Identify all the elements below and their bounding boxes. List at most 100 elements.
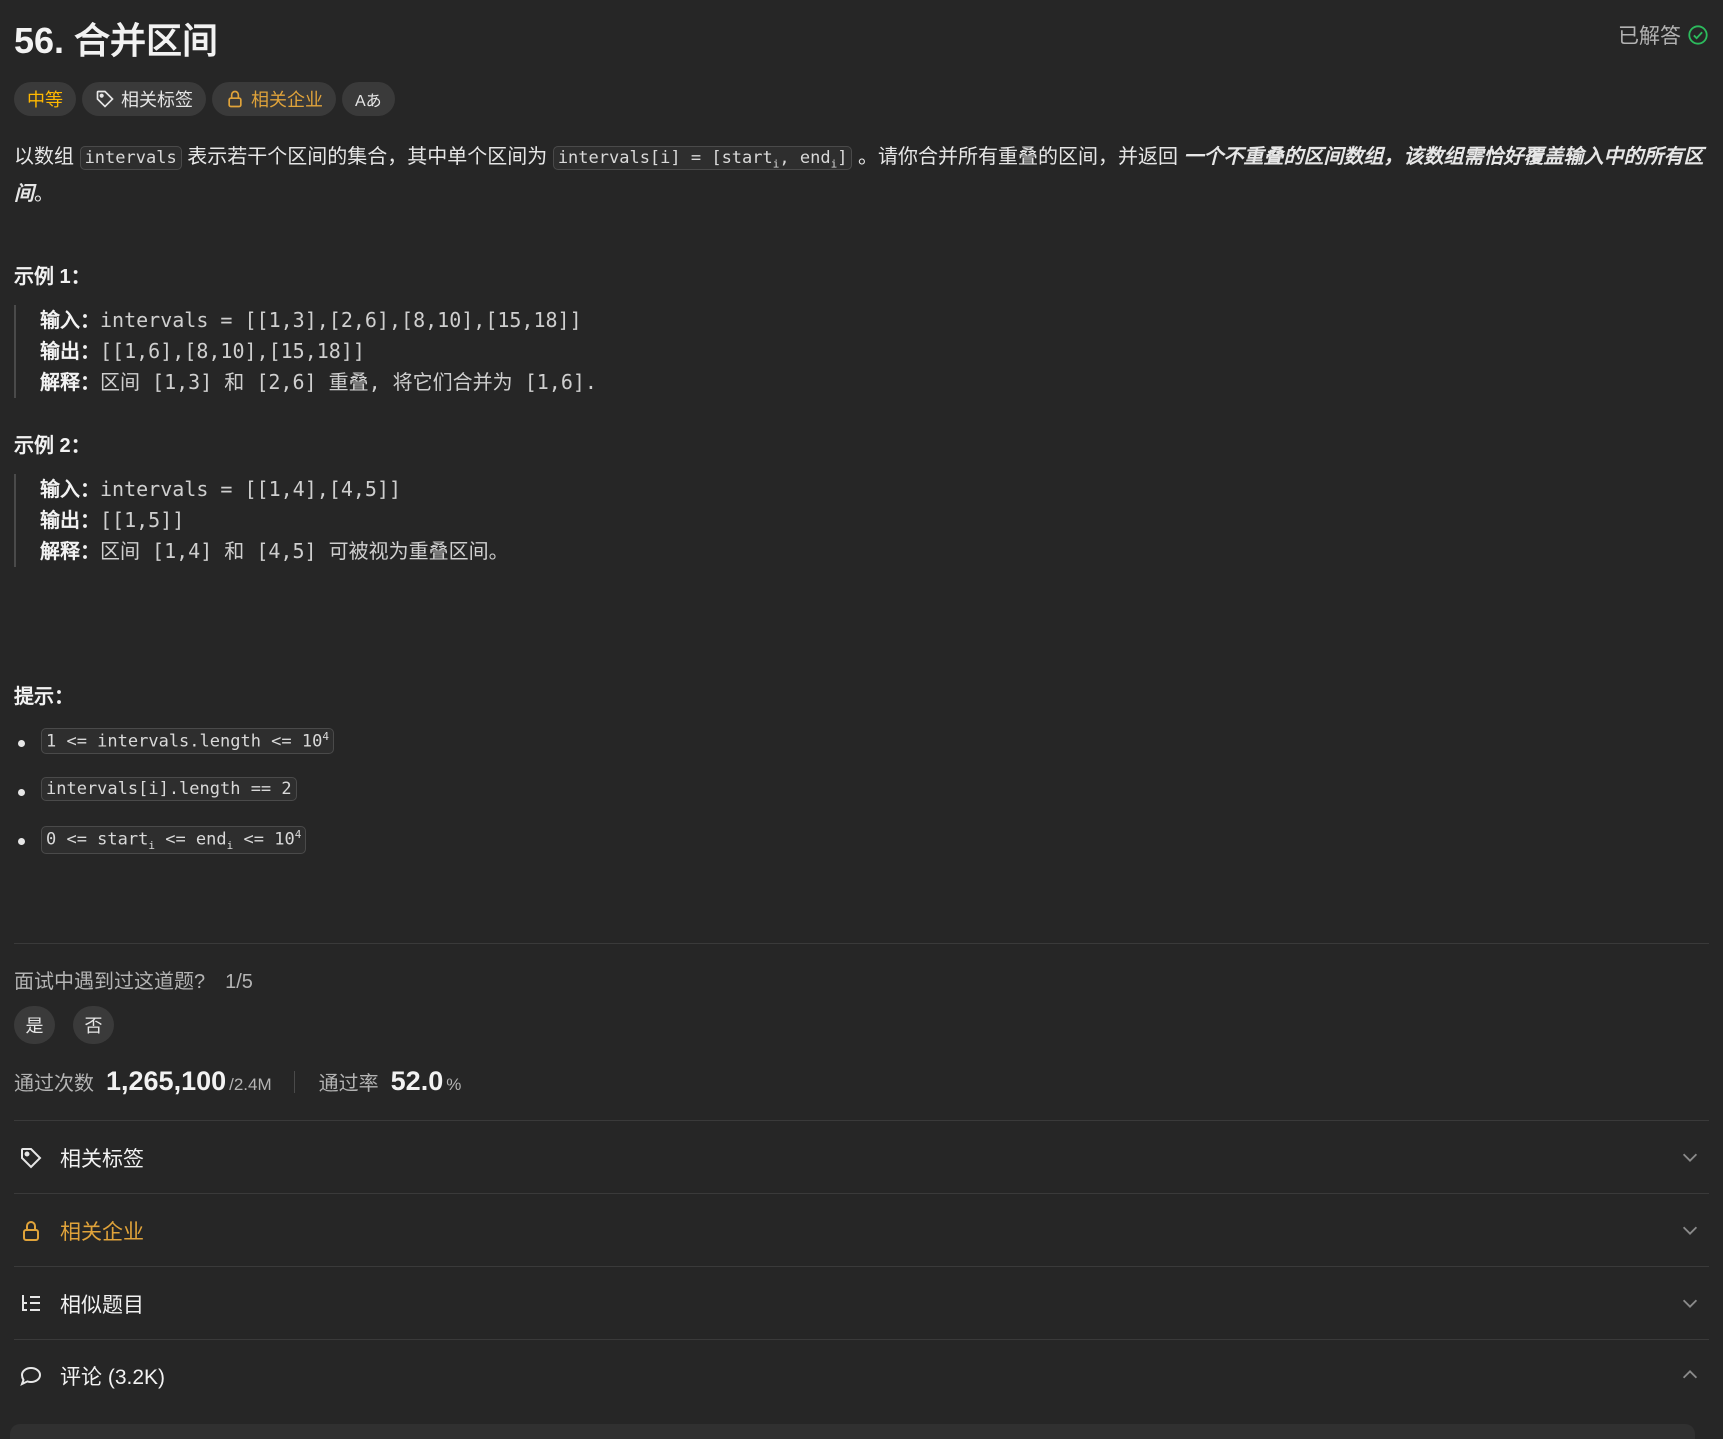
input-label: 输入： — [40, 479, 100, 501]
statement-text: 以数组 — [14, 146, 74, 168]
output-value: [[1,5]] — [100, 508, 185, 532]
no-button[interactable]: 否 — [73, 1006, 114, 1044]
code-text: , end — [779, 148, 831, 168]
output-label: 输出： — [40, 510, 100, 532]
check-circle-icon — [1688, 25, 1708, 45]
bullet — [18, 740, 25, 747]
interview-vote: 是 否 — [14, 1006, 114, 1044]
constraint-item: 1 <= intervals.length <= 104 — [14, 728, 334, 777]
example-input: 输入：intervals = [[1,4],[4,5]] — [40, 474, 509, 505]
topics-tag-label: 相关标签 — [121, 90, 193, 110]
submissions-count: /2.4M — [229, 1075, 272, 1094]
tag-icon — [96, 90, 114, 108]
code-subscript: i — [148, 839, 155, 853]
example-2-heading: 示例 2： — [14, 435, 91, 457]
input-value: intervals = [[1,3],[2,6],[8,10],[15,18]] — [100, 308, 582, 332]
statement-text: 。 — [34, 183, 54, 206]
constraints-heading: 提示： — [14, 686, 74, 708]
code-text: ] — [837, 148, 848, 168]
percent-unit: % — [446, 1075, 462, 1094]
constraint-item: 0 <= starti <= endi <= 104 — [14, 826, 334, 875]
example-explanation: 解释：区间 [1,4] 和 [4,5] 可被视为重叠区间。 — [40, 536, 509, 567]
inline-code: intervals[i] = [starti, endi] — [552, 146, 853, 170]
example-explanation: 解释：区间 [1,3] 和 [2,6] 重叠, 将它们合并为 [1,6]. — [40, 367, 597, 398]
explain-value: 区间 [1,3] 和 [2,6] 重叠, 将它们合并为 [1,6]. — [100, 370, 597, 394]
constraint-code: intervals[i].length == 2 — [41, 777, 297, 801]
statement-text: 表示若干个区间的集合，其中单个区间为 — [187, 146, 548, 168]
inline-code: intervals — [79, 146, 182, 170]
accordion-companies[interactable]: 相关企业 — [14, 1195, 1709, 1267]
chevron-up-icon — [1682, 1370, 1698, 1379]
interview-label: 面试中遇到过这道题? — [14, 971, 206, 993]
bullet — [18, 838, 25, 845]
accordion-comments-label: 评论 (3.2K) — [60, 1366, 166, 1389]
acceptance-rate-label: 通过率 — [318, 1073, 379, 1095]
accordion-topics[interactable]: 相关标签 — [14, 1122, 1709, 1194]
example-output: 输出：[[1,6],[8,10],[15,18]] — [40, 336, 597, 367]
constraint-code: 1 <= intervals.length <= 104 — [41, 728, 334, 754]
lock-icon — [18, 1218, 44, 1244]
interview-question: 面试中遇到过这道题? 1/5 — [14, 965, 253, 994]
explain-label: 解释： — [40, 372, 100, 394]
difficulty-badge: 中等 — [14, 82, 76, 116]
topics-tag-button[interactable]: 相关标签 — [82, 82, 206, 116]
companies-tag-button[interactable]: 相关企业 — [212, 82, 336, 116]
problem-title[interactable]: 56. 合并区间 — [14, 12, 218, 64]
code-text: 1 <= intervals.length <= 10 — [46, 731, 323, 752]
input-label: 输入： — [40, 310, 100, 332]
explain-label: 解释： — [40, 541, 100, 563]
acceptance-rate: 52.0 — [390, 1066, 444, 1096]
bullet — [18, 789, 25, 796]
accepted-count: 1,265,100 — [106, 1066, 227, 1096]
chevron-down-icon — [1682, 1153, 1698, 1162]
solved-status: 已解答 — [1618, 20, 1709, 50]
tree-list-icon — [18, 1291, 44, 1317]
tag-icon — [18, 1145, 44, 1171]
constraint-item: intervals[i].length == 2 — [14, 777, 334, 826]
example-output: 输出：[[1,5]] — [40, 505, 509, 536]
tag-bar: 中等 相关标签 相关企业 Aあ — [14, 82, 395, 116]
output-value: [[1,6],[8,10],[15,18]] — [100, 339, 365, 363]
constraints-list: 1 <= intervals.length <= 104 intervals[i… — [14, 728, 334, 875]
code-text: <= end — [154, 829, 227, 850]
companies-tag-label: 相关企业 — [251, 90, 323, 110]
chevron-down-icon — [1682, 1226, 1698, 1235]
divider — [14, 943, 1709, 944]
stats-row: 通过次数 1,265,100 /2.4M 通过率 52.0 % — [14, 1066, 461, 1097]
accordion-similar[interactable]: 相似题目 — [14, 1268, 1709, 1340]
constraint-code: 0 <= starti <= endi <= 104 — [41, 826, 307, 855]
yes-button[interactable]: 是 — [14, 1006, 55, 1044]
translate-icon: Aあ — [355, 93, 382, 110]
accordion-companies-label: 相关企业 — [60, 1221, 144, 1244]
divider — [14, 1120, 1709, 1121]
code-text: intervals[i] = [start — [557, 148, 773, 168]
divider — [14, 1193, 1709, 1194]
stats-separator — [293, 1070, 295, 1093]
comment-input-area[interactable] — [10, 1424, 1695, 1439]
example-1-heading: 示例 1： — [14, 266, 91, 288]
statement-text: 。请你合并所有重叠的区间，并返回 — [858, 146, 1178, 168]
accepted-label: 通过次数 — [14, 1073, 94, 1095]
input-value: intervals = [[1,4],[4,5]] — [100, 477, 402, 501]
divider — [14, 1266, 1709, 1267]
interview-count: 1/5 — [225, 971, 253, 993]
accordion-topics-label: 相关标签 — [60, 1148, 144, 1171]
code-superscript: 4 — [322, 730, 329, 743]
solved-label: 已解答 — [1618, 25, 1681, 48]
output-label: 输出： — [40, 341, 100, 363]
chevron-down-icon — [1682, 1299, 1698, 1308]
example-2-block: 输入：intervals = [[1,4],[4,5]] 输出：[[1,5]] … — [14, 474, 509, 567]
difficulty-label: 中等 — [27, 90, 63, 110]
accordion-similar-label: 相似题目 — [60, 1294, 144, 1317]
problem-statement: 以数组 intervals 表示若干个区间的集合，其中单个区间为 interva… — [14, 142, 1709, 210]
code-superscript: 4 — [294, 828, 302, 841]
explain-value: 区间 [1,4] 和 [4,5] 可被视为重叠区间。 — [100, 539, 509, 563]
title-row: 56. 合并区间 已解答 — [14, 12, 1709, 61]
code-text: <= 10 — [233, 829, 295, 850]
lock-icon — [228, 90, 242, 108]
translate-button[interactable]: Aあ — [342, 82, 395, 116]
code-text: 0 <= start — [46, 829, 149, 850]
comment-icon — [18, 1363, 44, 1389]
example-input: 输入：intervals = [[1,3],[2,6],[8,10],[15,1… — [40, 305, 597, 336]
accordion-comments[interactable]: 评论 (3.2K) — [14, 1340, 1709, 1412]
